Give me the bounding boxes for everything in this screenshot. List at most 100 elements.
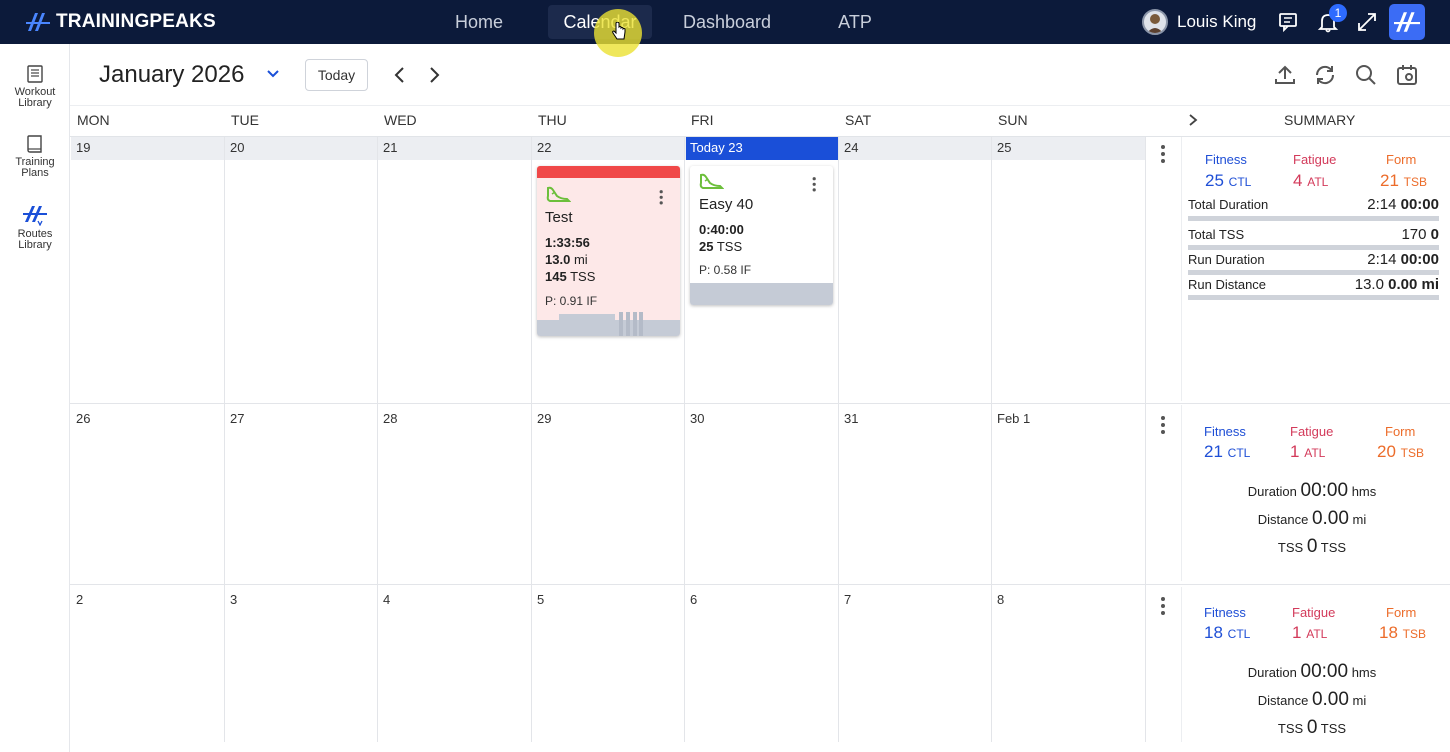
column-divider — [1145, 137, 1146, 742]
nav-calendar[interactable]: Calendar — [548, 5, 652, 39]
top-navigation-bar: TRAININGPEAKS Home Calendar Dashboard AT… — [0, 0, 1450, 44]
user-menu[interactable]: Louis King — [1142, 9, 1256, 35]
summary-progress-bar — [1188, 270, 1439, 275]
column-divider — [838, 137, 839, 742]
form-value: 21 TSB — [1380, 171, 1427, 190]
workout-title: Easy 40 — [699, 196, 754, 213]
workout-card-test[interactable]: Test 1:33:56 13.0 mi 145 TSS P: 0.91 IF — [537, 166, 680, 336]
rail-training-plans[interactable]: Training Plans — [0, 134, 70, 179]
summary-duration: Duration 00:00 hms — [1247, 661, 1377, 682]
chevron-left-icon[interactable] — [390, 65, 410, 85]
workout-if: P: 0.91 IF — [545, 294, 598, 308]
nav-atp[interactable]: ATP — [826, 5, 884, 39]
week-menu-kebab-icon[interactable] — [1161, 416, 1167, 437]
fitness-value: 21 CTL — [1204, 442, 1251, 461]
date-label[interactable]: 8 — [997, 592, 1004, 607]
date-label[interactable]: 29 — [537, 411, 551, 426]
workout-tss: 145 TSS — [545, 269, 596, 284]
week-divider — [70, 584, 1450, 585]
left-rail: Workout Library Training Plans Routes Li… — [0, 44, 70, 752]
chevron-down-icon[interactable] — [266, 67, 280, 81]
summary-duration: Duration 00:00 hms — [1247, 480, 1377, 501]
upload-icon[interactable] — [1273, 63, 1297, 87]
date-label[interactable]: 30 — [690, 411, 704, 426]
date-label[interactable]: 5 — [537, 592, 544, 607]
day-header-thu: THU — [538, 112, 567, 128]
today-date-label[interactable]: Today 23 — [690, 140, 743, 155]
workout-structure-graph — [537, 312, 680, 336]
fitness-value: 25 CTL — [1205, 171, 1252, 190]
date-label[interactable]: 22 — [537, 140, 551, 155]
fatigue-label: Fatigue — [1290, 424, 1334, 439]
fatigue-value: 1 ATL — [1290, 442, 1326, 461]
date-label[interactable]: 3 — [230, 592, 237, 607]
month-title[interactable]: January 2026 — [99, 61, 244, 89]
date-label[interactable]: 24 — [844, 140, 858, 155]
week-divider — [70, 403, 1450, 404]
date-label[interactable]: 28 — [383, 411, 397, 426]
form-label: Form — [1385, 424, 1416, 439]
summary-tss: TSS 0 TSS — [1277, 536, 1347, 557]
app-switcher-button[interactable] — [1389, 4, 1425, 40]
date-label[interactable]: 26 — [76, 411, 90, 426]
chevron-right-icon[interactable] — [424, 65, 444, 85]
form-label: Form — [1386, 152, 1417, 167]
search-icon[interactable] — [1354, 63, 1378, 87]
workout-structure-graph — [690, 283, 833, 305]
summary-progress-bar — [1188, 216, 1439, 221]
fatigue-value: 1 ATL — [1292, 623, 1328, 642]
trainingpeaks-logo-icon — [26, 13, 50, 31]
date-label[interactable]: Feb 1 — [997, 411, 1030, 426]
week-menu-kebab-icon[interactable] — [1161, 597, 1167, 618]
sync-icon[interactable] — [1313, 63, 1337, 87]
nav-dashboard[interactable]: Dashboard — [670, 5, 784, 39]
workout-menu-kebab-icon[interactable] — [812, 177, 818, 194]
chevron-right-icon[interactable] — [1187, 113, 1199, 127]
workout-if: P: 0.58 IF — [699, 263, 752, 277]
day-header-mon: MON — [77, 112, 110, 128]
workout-tss: 25 TSS — [699, 239, 743, 254]
today-button[interactable]: Today — [305, 59, 368, 91]
form-label: Form — [1386, 605, 1417, 620]
date-label[interactable]: 6 — [690, 592, 697, 607]
fitness-label: Fitness — [1205, 152, 1247, 167]
day-header-fri: FRI — [691, 112, 714, 128]
date-label[interactable]: 27 — [230, 411, 244, 426]
workout-distance: 13.0 mi — [545, 252, 588, 267]
date-label[interactable]: 19 — [76, 140, 90, 155]
brand-name: TRAININGPEAKS — [56, 11, 216, 32]
date-label[interactable]: 7 — [844, 592, 851, 607]
column-divider — [531, 137, 532, 742]
book-icon — [27, 135, 42, 153]
form-value: 18 TSB — [1379, 623, 1426, 642]
brand-logo[interactable]: TRAININGPEAKS — [26, 10, 216, 34]
date-label[interactable]: 2 — [76, 592, 83, 607]
day-header-tue: TUE — [231, 112, 259, 128]
rail-routes-library[interactable]: Routes Library — [0, 204, 70, 251]
column-divider — [224, 137, 225, 742]
workout-menu-kebab-icon[interactable] — [659, 190, 665, 207]
date-label[interactable]: 4 — [383, 592, 390, 607]
date-label[interactable]: 31 — [844, 411, 858, 426]
summary-row-run-duration: Run Duration 2:14 00:00 — [1188, 251, 1439, 268]
run-shoe-icon — [546, 186, 571, 202]
rail-workout-library[interactable]: Workout Library — [0, 64, 70, 109]
chat-icon[interactable] — [1278, 11, 1300, 33]
nav-home[interactable]: Home — [441, 5, 517, 39]
avatar — [1142, 9, 1168, 35]
expand-icon[interactable] — [1356, 11, 1378, 33]
week-menu-kebab-icon[interactable] — [1161, 145, 1167, 166]
calendar-settings-icon[interactable] — [1395, 63, 1419, 87]
trainingpeaks-app-icon — [1394, 12, 1420, 32]
notification-badge: 1 — [1329, 4, 1347, 22]
date-label[interactable]: 21 — [383, 140, 397, 155]
day-header-wed: WED — [384, 112, 417, 128]
workout-card-easy-40[interactable]: Easy 40 0:40:00 25 TSS P: 0.58 IF — [690, 166, 833, 305]
fitness-value: 18 CTL — [1204, 623, 1251, 642]
column-divider — [684, 137, 685, 742]
date-label[interactable]: 20 — [230, 140, 244, 155]
summary-distance: Distance 0.00 mi — [1257, 508, 1367, 529]
date-label[interactable]: 25 — [997, 140, 1011, 155]
rail-label: Training Plans — [15, 156, 55, 179]
summary-progress-bar — [1188, 295, 1439, 300]
